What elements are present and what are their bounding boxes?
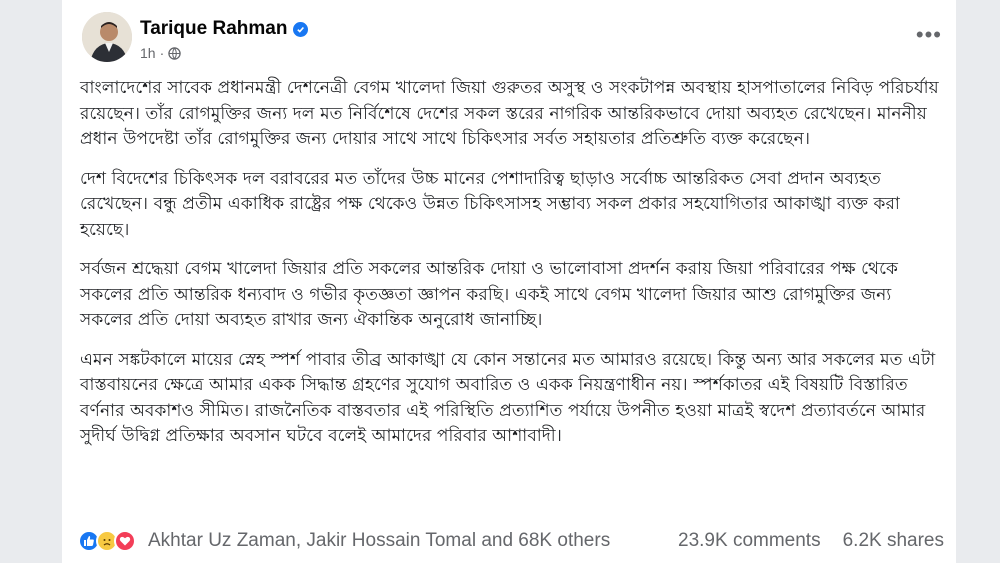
shares-count[interactable]: 6.2K shares [843,530,944,552]
post-header: Tarique Rahman 1h · ••• [78,12,941,68]
post-footer: Akhtar Uz Zaman, Jakir Hossain Tomal and… [78,526,944,556]
background-right [956,0,1000,563]
reactors-text[interactable]: Akhtar Uz Zaman, Jakir Hossain Tomal and… [148,530,610,552]
post-body: বাংলাদেশের সাবেক প্রধানমন্ত্রী দেশনেত্রী… [80,76,940,464]
author-name[interactable]: Tarique Rahman [140,18,309,40]
post-meta: 1h · [140,45,181,61]
love-icon [114,530,136,552]
comments-count[interactable]: 23.9K comments [678,530,821,552]
globe-icon[interactable] [168,46,181,60]
post-paragraph-1: বাংলাদেশের সাবেক প্রধানমন্ত্রী দেশনেত্রী… [80,78,939,149]
more-options-icon[interactable]: ••• [916,24,942,46]
reaction-icons[interactable] [78,530,136,552]
background-left [0,0,62,563]
post-stats: 23.9K comments 6.2K shares [678,530,944,552]
post-paragraph-2: দেশ বিদেশের চিকিৎসক দল বরাবরের মত তাঁদের… [80,168,900,240]
post-paragraph-3: সর্বজন শ্রদ্ধেয়া বেগম খালেদা জিয়ার প্র… [80,259,898,330]
post-time[interactable]: 1h [140,45,156,61]
author-name-text: Tarique Rahman [140,18,288,39]
post-paragraph-4: এমন সঙ্কটকালে মায়ের স্নেহ স্পর্শ পাবার … [80,349,936,447]
post-card: Tarique Rahman 1h · ••• বাংলাদেশের সাবেক… [62,0,956,563]
verified-badge-icon [293,21,309,37]
meta-separator: · [159,45,165,61]
avatar[interactable] [82,12,132,62]
